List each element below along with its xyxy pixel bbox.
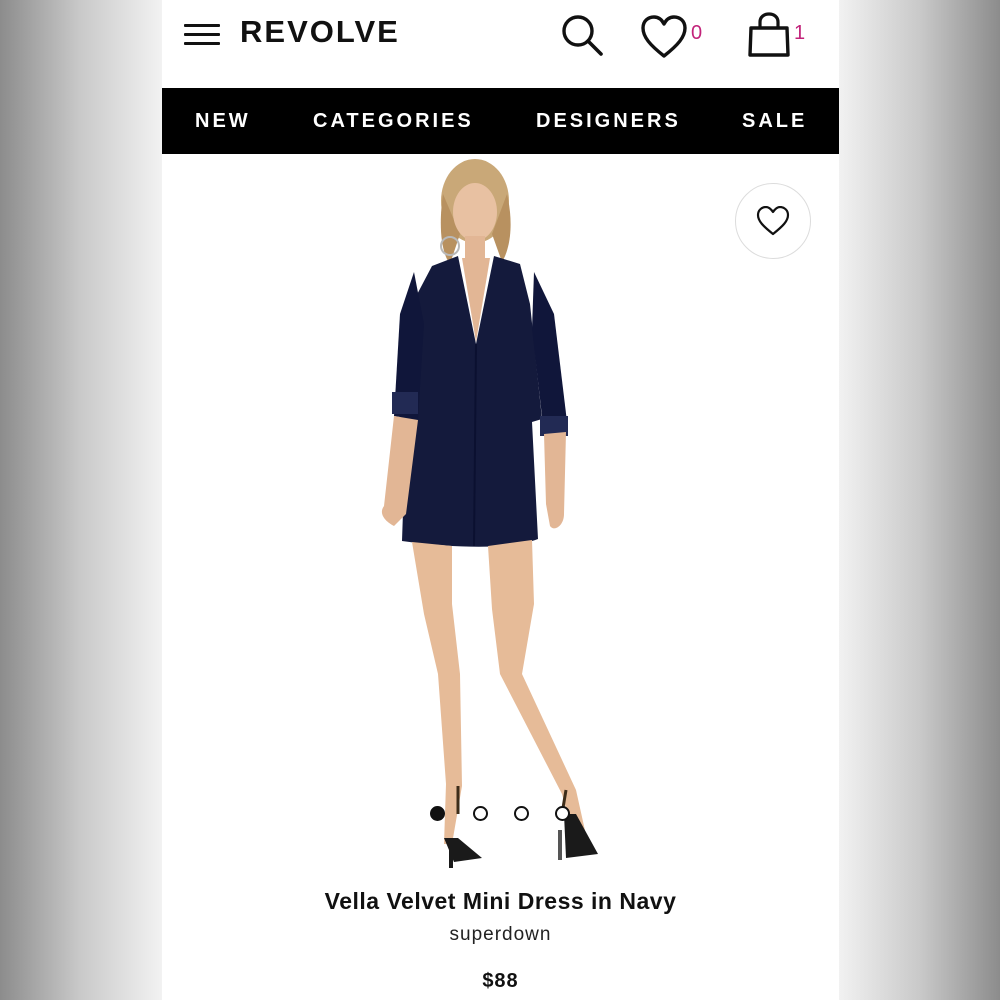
nav-item-designers[interactable]: DESIGNERS xyxy=(536,88,681,154)
product-designer-link[interactable]: superdown xyxy=(162,924,839,946)
bag-count-badge: 1 xyxy=(794,22,806,44)
heart-icon xyxy=(756,206,790,236)
carousel-dot-1[interactable] xyxy=(430,806,445,821)
product-title[interactable]: Vella Velvet Mini Dress in Navy xyxy=(162,888,839,915)
wishlist-count-badge: 0 xyxy=(691,22,703,44)
shopping-bag-icon[interactable] xyxy=(746,12,792,58)
product-image xyxy=(381,159,598,868)
app-screen: REVOLVE 0 1 NEW CATEGORIES DESIGNERS SAL… xyxy=(162,0,839,1000)
carousel-dot-3[interactable] xyxy=(514,806,529,821)
carousel-dot-2[interactable] xyxy=(473,806,488,821)
nav-item-categories[interactable]: CATEGORIES xyxy=(313,88,474,154)
nav-item-new[interactable]: NEW xyxy=(195,88,251,154)
heart-icon[interactable] xyxy=(640,15,688,59)
carousel-pagination xyxy=(162,806,839,826)
top-header: REVOLVE 0 1 xyxy=(162,0,839,88)
category-nav: NEW CATEGORIES DESIGNERS SALE xyxy=(162,88,839,154)
search-icon[interactable] xyxy=(559,12,605,58)
product-image-carousel[interactable] xyxy=(162,154,839,874)
carousel-dot-4[interactable] xyxy=(555,806,570,821)
menu-icon[interactable] xyxy=(184,24,220,48)
add-to-favorites-button[interactable] xyxy=(735,183,811,259)
brand-logo[interactable]: REVOLVE xyxy=(240,14,400,50)
nav-item-sale[interactable]: SALE xyxy=(742,88,807,154)
product-price: $88 xyxy=(482,970,519,992)
